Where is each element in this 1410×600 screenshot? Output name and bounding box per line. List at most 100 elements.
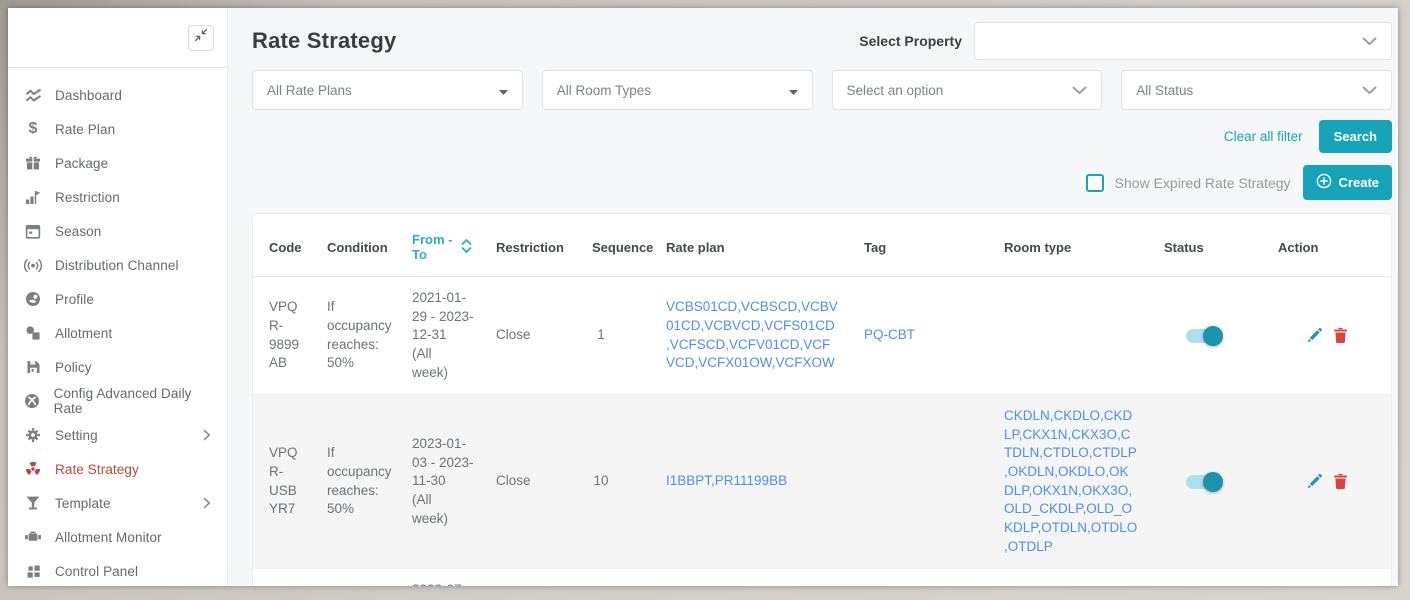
show-expired-checkbox[interactable] — [1086, 174, 1104, 192]
table-row: VPQR-USBYR7 If occupancy reaches: 50% 20… — [253, 395, 1392, 569]
room-type-links[interactable] — [988, 569, 1148, 586]
search-button[interactable]: Search — [1319, 120, 1392, 153]
delete-trash-icon[interactable] — [1333, 473, 1348, 490]
sidebar-item-label: Distribution Channel — [55, 258, 179, 273]
sidebar-item-label: Allotment — [55, 326, 112, 341]
sidebar: Dashboard $Rate Plan Package RestrictionSea… — [8, 8, 228, 586]
col-header-action: Action — [1262, 214, 1392, 277]
room-types-select-value: All Room Types — [557, 83, 651, 98]
clear-all-filter-link[interactable]: Clear all filter — [1224, 129, 1303, 144]
tag-link[interactable]: PQ-CBT — [848, 277, 988, 395]
sidebar-item-label: Dashboard — [55, 88, 122, 103]
property-selector: Select Property — [859, 22, 1392, 60]
plus-circle-icon — [1316, 173, 1332, 192]
condition-cell: If occupancy reaches: 50% — [311, 277, 396, 395]
sidebar-item-allotment-monitor[interactable]: Allotment Monitor — [8, 520, 227, 554]
col-header-sequence: Sequence — [576, 214, 650, 277]
restriction-chart-icon — [24, 189, 42, 205]
room-types-select[interactable]: All Room Types — [542, 70, 813, 110]
page-title: Rate Strategy — [252, 28, 396, 54]
sidebar-item-setting[interactable]: Setting — [8, 418, 227, 452]
col-header-condition: Condition — [311, 214, 396, 277]
page-header: Rate Strategy Select Property — [252, 22, 1392, 60]
sidebar-item-profile[interactable]: Profile — [8, 282, 227, 316]
gift-icon — [24, 155, 42, 171]
sidebar-item-restriction[interactable]: Restriction — [8, 180, 227, 214]
table-header-row: Code Condition From - To Restriction Seq… — [253, 214, 1392, 277]
rate-plans-select[interactable]: All Rate Plans — [252, 70, 523, 110]
grid-icon — [24, 563, 42, 579]
sidebar-item-dashboard[interactable]: Dashboard — [8, 78, 227, 112]
dashboard-icon — [24, 87, 42, 103]
status-cell — [1148, 277, 1262, 395]
status-select-value: All Status — [1136, 83, 1193, 98]
gear-icon — [24, 427, 42, 443]
sidebar-item-label: Template — [55, 496, 111, 511]
chevron-down-icon — [1362, 83, 1377, 98]
funnel-icon — [24, 495, 42, 511]
tag-link[interactable] — [848, 569, 988, 586]
room-type-links[interactable] — [988, 277, 1148, 395]
edit-pencil-icon[interactable] — [1306, 327, 1323, 344]
code-cell: VPQR-USBYR7 — [253, 395, 311, 569]
status-toggle[interactable] — [1186, 329, 1220, 343]
restriction-cell: Close — [480, 277, 576, 395]
from-to-cell: 2021-01-29 - 2023-12-31 (All week) — [396, 277, 480, 395]
sidebar-item-label: Rate Plan — [55, 122, 115, 137]
code-cell: VPQR-U0XC33 — [253, 569, 311, 586]
rate-plans-select-value: All Rate Plans — [267, 83, 352, 98]
create-actions-row: Show Expired Rate Strategy Create — [252, 165, 1392, 200]
col-header-code: Code — [253, 214, 311, 277]
from-to-cell: 2023-01-03 - 2023-11-30 (All week) — [396, 395, 480, 569]
sequence-cell: 10 — [576, 569, 650, 586]
option-select-value: Select an option — [847, 83, 944, 98]
sidebar-item-config-advanced-daily-rate[interactable]: Config Advanced Daily Rate — [8, 384, 227, 418]
profile-icon — [24, 291, 42, 307]
filters-row: All Rate Plans All Room Types Select an … — [252, 70, 1392, 110]
rate-plan-links[interactable]: PR21154BB,PR21155BB,PR21156BB,PR21157BB — [650, 569, 848, 586]
col-header-rate-plan: Rate plan — [650, 214, 848, 277]
edit-pencil-icon[interactable] — [1306, 473, 1323, 490]
create-button[interactable]: Create — [1303, 165, 1392, 200]
col-header-from-to[interactable]: From - To — [396, 214, 480, 277]
sequence-cell: 10 — [576, 395, 650, 569]
sidebar-item-policy[interactable]: Policy — [8, 350, 227, 384]
sidebar-nav: Dashboard $Rate Plan Package RestrictionSea… — [8, 68, 227, 586]
rate-strategy-table-card: Code Condition From - To Restriction Seq… — [252, 213, 1392, 586]
status-cell — [1148, 569, 1262, 586]
rate-strategy-table: Code Condition From - To Restriction Seq… — [253, 214, 1392, 586]
sidebar-item-rate-plan[interactable]: $Rate Plan — [8, 112, 227, 146]
rate-plan-links[interactable]: I1BBPT,PR11199BB — [650, 395, 848, 569]
sidebar-item-allotment[interactable]: Allotment — [8, 316, 227, 350]
table-row: VPQR-U0XC33 If occupancy reaches: 35% 20… — [253, 569, 1392, 586]
action-cell — [1262, 277, 1392, 395]
status-cell — [1148, 395, 1262, 569]
radiation-icon — [24, 461, 42, 477]
tag-link[interactable] — [848, 395, 988, 569]
option-select[interactable]: Select an option — [832, 70, 1103, 110]
restriction-cell: Close — [480, 395, 576, 569]
rate-plan-links[interactable]: VCBS01CD,VCBSCD,VCBV01CD,VCBVCD,VCFS01CD… — [650, 277, 848, 395]
sidebar-collapse-button[interactable] — [188, 25, 214, 51]
toggle-knob — [1203, 326, 1223, 346]
search-actions-row: Clear all filter Search — [252, 120, 1392, 153]
select-property-label: Select Property — [859, 33, 962, 49]
property-select[interactable] — [974, 22, 1392, 60]
sidebar-item-package[interactable]: Package — [8, 146, 227, 180]
sidebar-item-control-panel[interactable]: Control Panel — [8, 554, 227, 586]
app-window: Dashboard$Rate PlanPackageRestrictionSea… — [8, 8, 1398, 586]
sidebar-item-season[interactable]: Season — [8, 214, 227, 248]
action-cell — [1262, 395, 1392, 569]
status-toggle[interactable] — [1186, 475, 1220, 489]
antenna-icon — [24, 257, 42, 273]
sidebar-item-template[interactable]: Template — [8, 486, 227, 520]
sort-icon — [461, 239, 472, 256]
sidebar-item-rate-strategy[interactable]: Rate Strategy — [8, 452, 227, 486]
delete-trash-icon[interactable] — [1333, 327, 1348, 344]
calendar-icon — [24, 223, 42, 239]
sidebar-item-label: Package — [55, 156, 108, 171]
sidebar-item-distribution-channel[interactable]: Distribution Channel — [8, 248, 227, 282]
week-note: (All week) — [412, 345, 470, 382]
status-select[interactable]: All Status — [1121, 70, 1392, 110]
room-type-links[interactable]: CKDLN,CKDLO,CKDLP,CKX1N,CKX3O,CTDLN,CTDL… — [988, 395, 1148, 569]
